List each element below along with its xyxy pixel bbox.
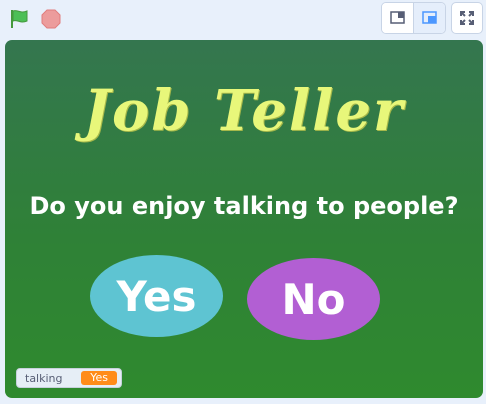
small-stage-button[interactable] bbox=[382, 3, 414, 33]
no-label: No bbox=[281, 274, 346, 324]
monitor-value: Yes bbox=[81, 371, 117, 385]
question-text: Do you enjoy talking to people? bbox=[29, 192, 459, 220]
stage-size-toggle bbox=[381, 2, 446, 34]
title-text: Job Teller bbox=[83, 78, 405, 144]
large-stage-button[interactable] bbox=[414, 3, 445, 33]
monitor-label: talking bbox=[25, 371, 63, 385]
stop-icon bbox=[41, 9, 61, 29]
yes-label: Yes bbox=[116, 271, 197, 321]
green-flag-button[interactable] bbox=[6, 6, 32, 32]
green-flag-icon bbox=[11, 10, 28, 28]
stage-toolbar bbox=[0, 0, 486, 36]
large-stage-icon bbox=[421, 11, 437, 24]
stop-button[interactable] bbox=[38, 6, 64, 32]
small-stage-icon bbox=[389, 11, 405, 24]
fullscreen-icon bbox=[460, 11, 474, 25]
fullscreen-button[interactable] bbox=[451, 2, 483, 34]
stage[interactable]: Job Teller Do you enjoy talking to peopl… bbox=[5, 40, 483, 398]
no-button[interactable]: No bbox=[247, 258, 380, 340]
variable-monitor[interactable]: talking Yes bbox=[16, 368, 122, 388]
yes-button[interactable]: Yes bbox=[90, 255, 223, 337]
